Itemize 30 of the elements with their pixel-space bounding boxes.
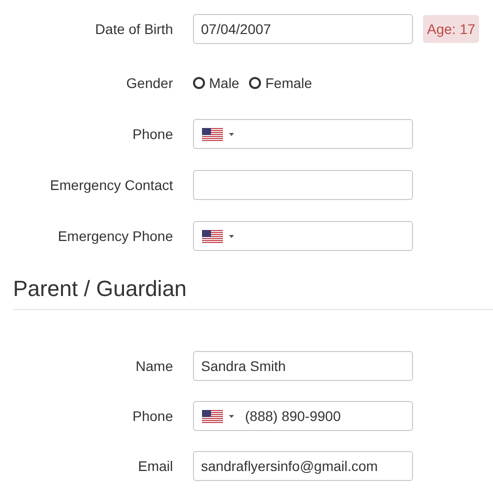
caret-icon [229, 414, 234, 418]
caret-icon [229, 234, 234, 238]
flag-icon [202, 128, 223, 140]
country-dropdown[interactable] [202, 230, 234, 242]
flag-icon [202, 410, 223, 422]
text-field[interactable]: Sandra Smith [193, 351, 413, 381]
phone-field[interactable]: (888) 890-9900 [193, 401, 413, 431]
field-label: Gender [125, 74, 173, 92]
radio-label: Male [209, 74, 240, 92]
section-title: Parent / Guardian [13, 275, 188, 303]
text-field[interactable]: sandraflyersinfo@gmail.com [193, 451, 413, 481]
radio-button[interactable] [193, 77, 205, 89]
field-label: Phone [132, 124, 173, 144]
field-label: Emergency Phone [56, 226, 173, 246]
field-label: Email [136, 456, 173, 476]
text-field[interactable] [193, 170, 413, 200]
country-dropdown[interactable] [202, 410, 234, 422]
radio-button[interactable] [249, 77, 262, 89]
date-field[interactable]: 07/04/2007 [193, 14, 413, 44]
caret-icon [229, 132, 234, 136]
field-label: Phone [132, 406, 173, 426]
field-label: Emergency Contact [49, 176, 173, 195]
country-dropdown[interactable] [202, 128, 234, 140]
flag-icon [202, 230, 223, 242]
phone-field[interactable] [193, 221, 413, 251]
radio-label: Female [265, 74, 312, 92]
phone-field[interactable] [193, 119, 413, 149]
field-label: Date of Birth [94, 20, 173, 38]
field-label: Name [134, 356, 173, 376]
age-badge: Age: 17 [423, 15, 480, 43]
